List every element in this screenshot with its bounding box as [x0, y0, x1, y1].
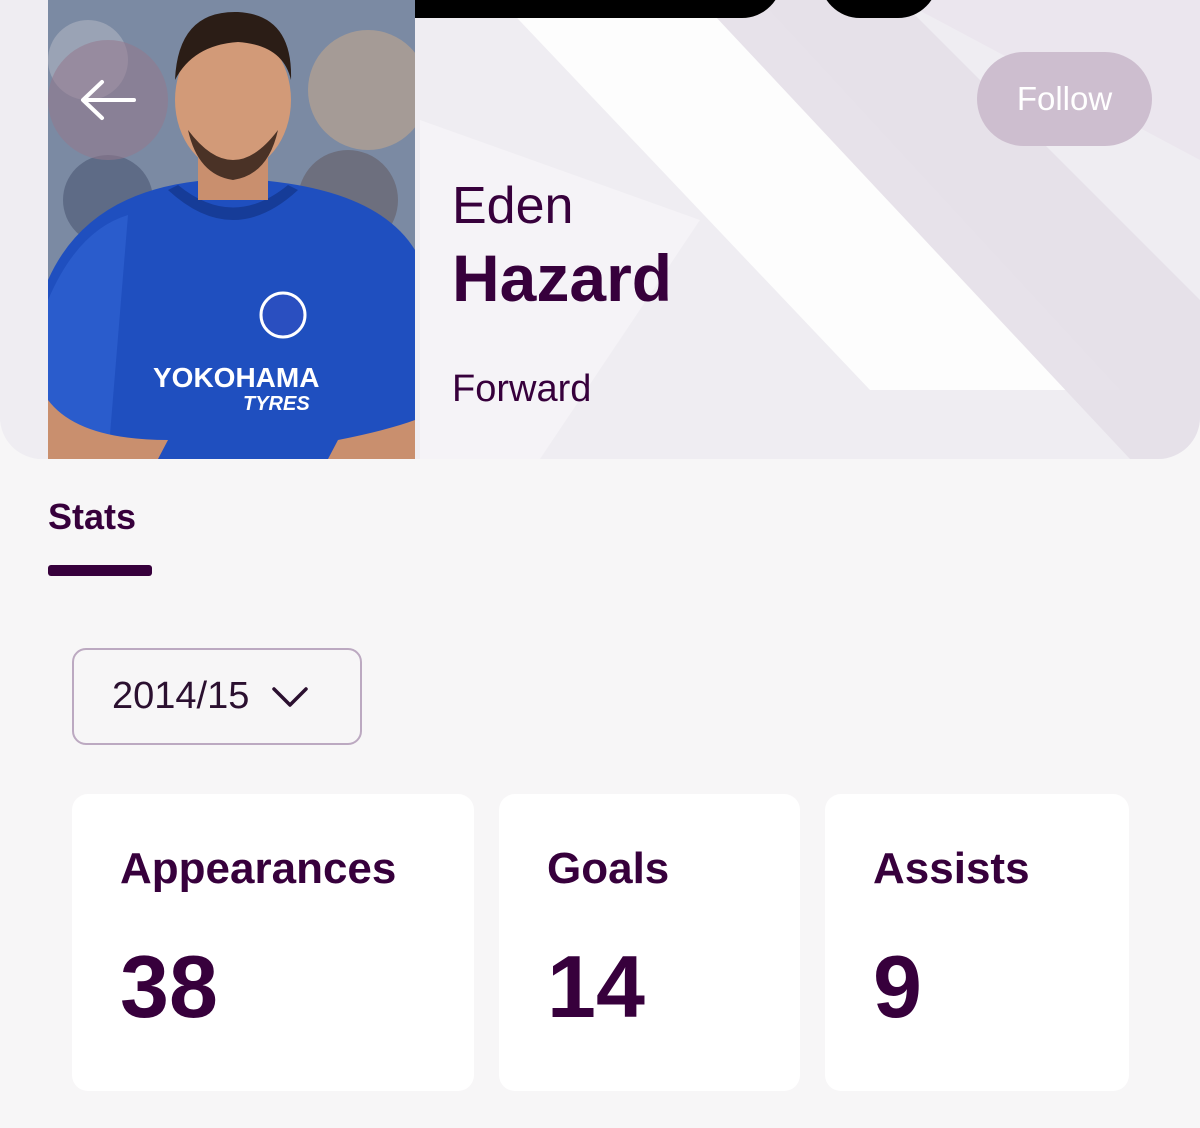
stat-label: Goals [547, 844, 670, 893]
follow-button[interactable]: Follow [977, 52, 1152, 146]
player-first-name: Eden [452, 177, 574, 235]
player-header: YOKOHAMA TYRES Follow Eden Hazard Forwar… [0, 0, 1200, 459]
season-dropdown[interactable]: 2014/15 [72, 648, 362, 745]
arrow-left-icon [81, 80, 136, 120]
stat-card-appearances: Appearances 38 [72, 794, 474, 1091]
svg-text:YOKOHAMA: YOKOHAMA [153, 362, 319, 393]
svg-text:TYRES: TYRES [243, 393, 310, 415]
stat-value: 38 [120, 937, 218, 1036]
stat-label: Appearances [120, 844, 397, 893]
chevron-down-icon [271, 685, 309, 709]
stat-label: Assists [873, 844, 1030, 893]
player-last-name: Hazard [452, 241, 673, 315]
tab-stats[interactable]: Stats [48, 496, 136, 538]
stat-card-goals: Goals 14 [499, 794, 800, 1091]
stat-value: 9 [873, 937, 922, 1036]
player-position: Forward [452, 368, 592, 410]
tab-active-indicator [48, 565, 152, 576]
stat-card-assists: Assists 9 [825, 794, 1129, 1091]
season-value: 2014/15 [112, 675, 250, 717]
player-profile-page: YOKOHAMA TYRES Follow Eden Hazard Forwar… [0, 0, 1200, 1128]
back-button[interactable] [48, 40, 168, 160]
stat-value: 14 [547, 937, 645, 1036]
